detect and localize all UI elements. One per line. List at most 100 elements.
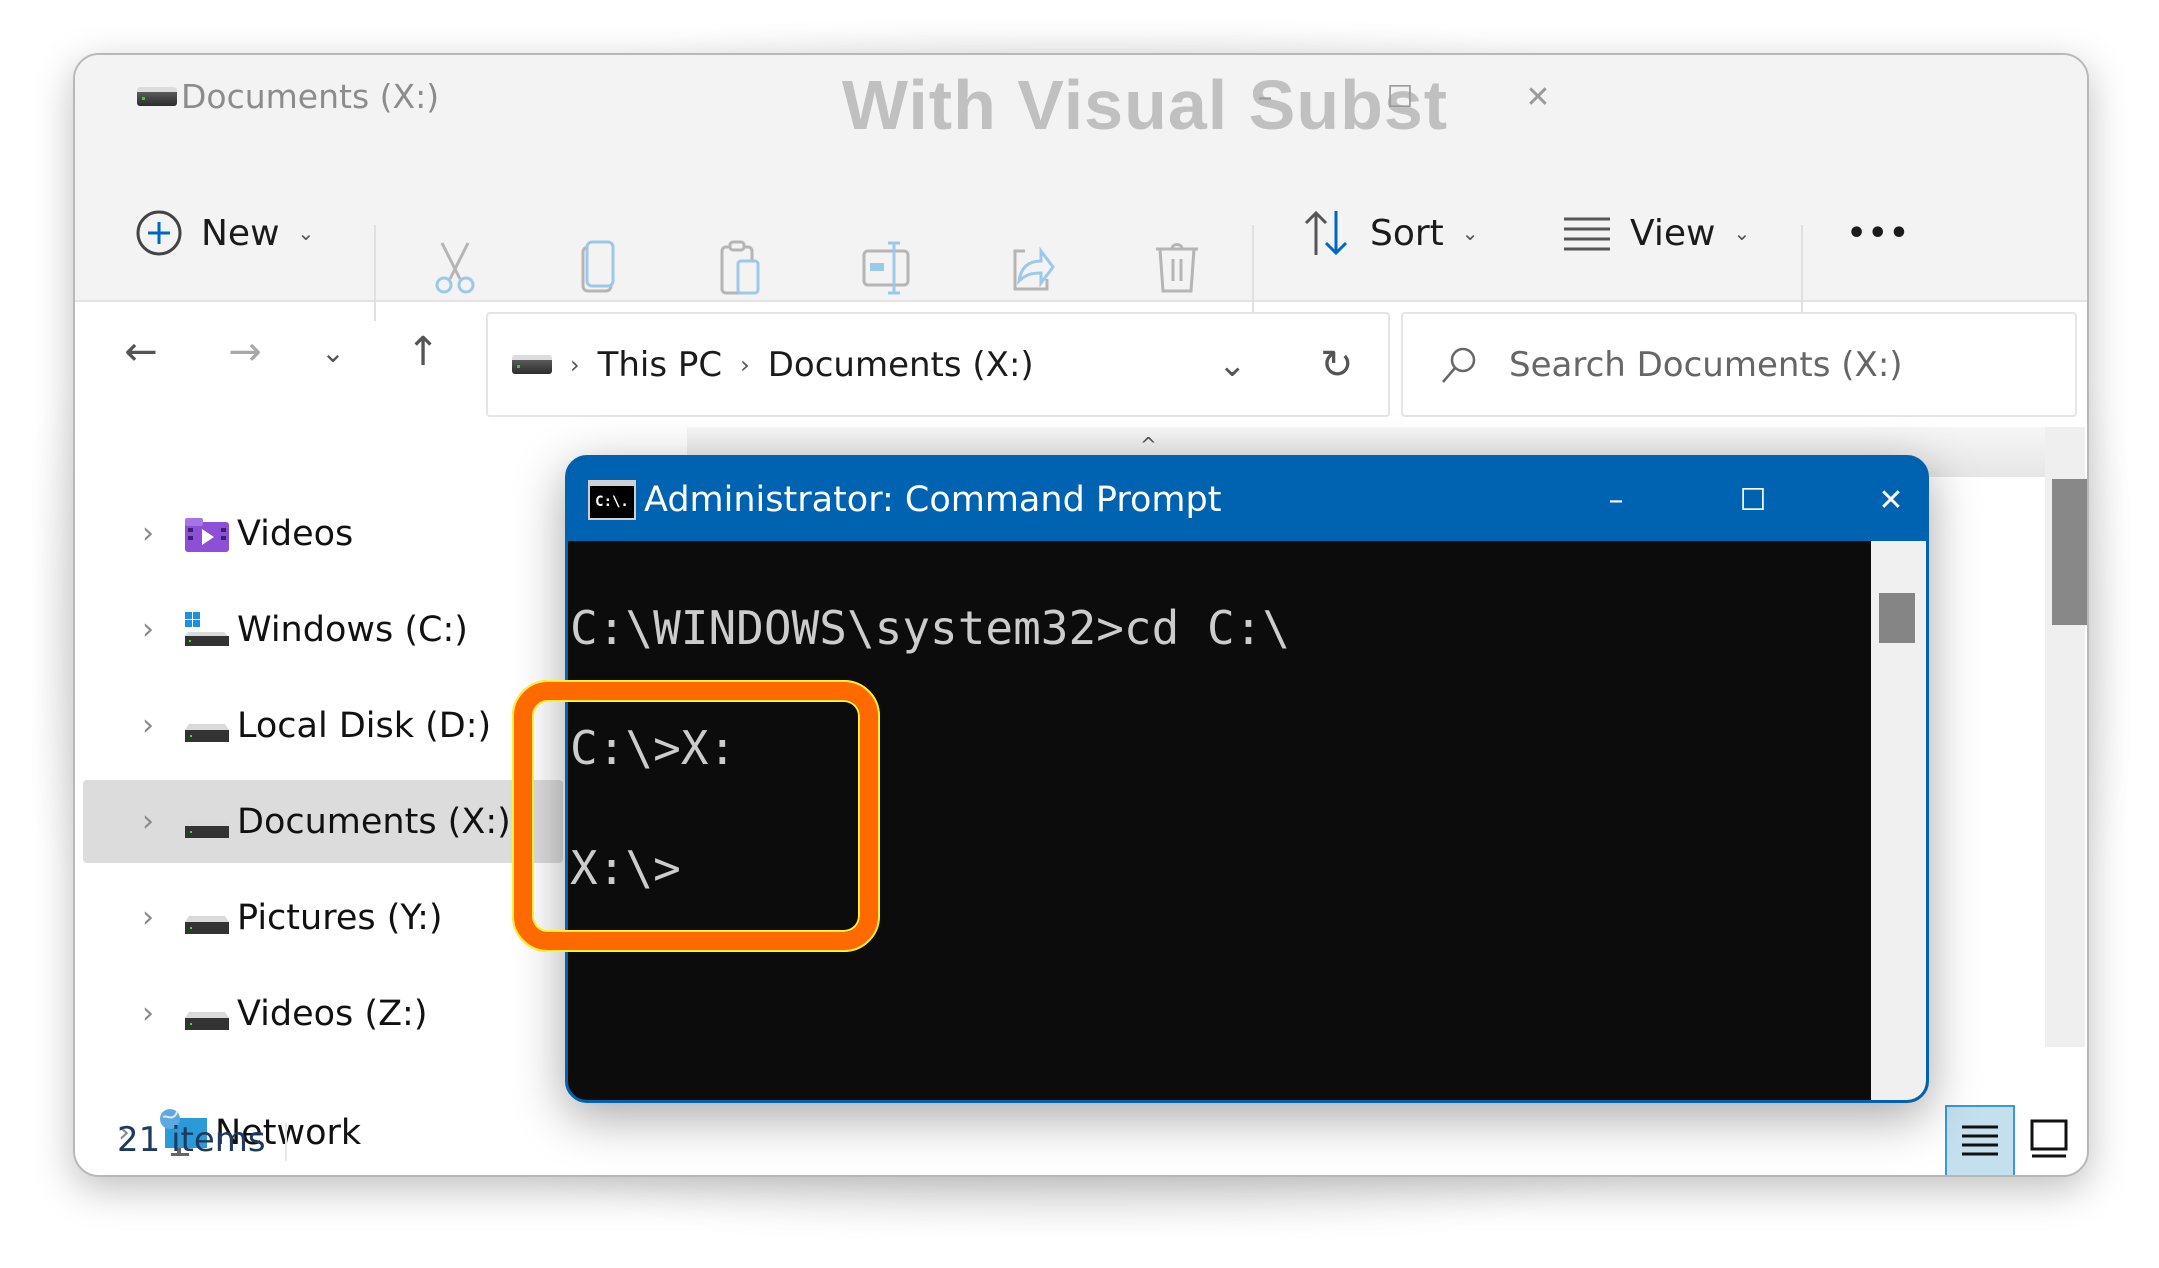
recent-locations-button[interactable]: ⌄ [303, 322, 363, 382]
cmd-scrollbar[interactable] [1871, 541, 1926, 1100]
cmd-scrollbar-thumb[interactable] [1879, 593, 1915, 643]
rename-button[interactable] [858, 237, 918, 297]
content-scrollbar[interactable] [2045, 427, 2087, 1047]
plus-circle-icon [136, 210, 182, 256]
drive-icon [183, 804, 231, 840]
title-bar: Documents (X:) With Visual Subst – ☐ ✕ N… [75, 55, 2087, 321]
terminal-line: X:\> [570, 841, 681, 895]
close-icon: ✕ [1878, 482, 1904, 518]
breadcrumb-documents-x[interactable]: Documents (X:) [768, 345, 1034, 385]
chevron-down-icon: ⌄ [297, 221, 315, 245]
windows-drive-icon [183, 611, 231, 648]
sidebar-item-label: Videos (Z:) [237, 993, 428, 1034]
expand-chevron-icon[interactable]: › [113, 804, 183, 839]
sidebar-item-label: Windows (C:) [237, 609, 468, 650]
chevron-down-icon: ⌄ [321, 335, 345, 369]
chevron-down-icon: ⌄ [1733, 221, 1751, 245]
view-button[interactable]: View ⌄ [1562, 197, 1750, 269]
window-title: Documents (X:) [137, 77, 439, 116]
share-button[interactable] [1003, 237, 1063, 297]
expand-chevron-icon[interactable]: › [113, 996, 183, 1031]
forward-button[interactable]: → [215, 322, 275, 382]
sort-button[interactable]: Sort ⌄ [1300, 197, 1479, 269]
cut-button[interactable] [425, 237, 485, 297]
cmd-app-icon: C:\. [588, 479, 636, 520]
new-label: New [201, 212, 280, 254]
sidebar-item-label: Videos [237, 513, 354, 554]
new-button[interactable]: New ⌄ [135, 197, 314, 269]
paste-button[interactable] [713, 237, 773, 297]
expand-chevron-icon[interactable]: › [113, 900, 183, 935]
back-arrow-icon: ← [124, 329, 158, 375]
search-box[interactable]: Search Documents (X:) [1401, 312, 2077, 417]
address-bar[interactable]: › This PC › Documents (X:) ⌄ ↻ [486, 312, 1390, 417]
drive-icon [183, 708, 231, 744]
paste-icon [720, 240, 760, 295]
maximize-button[interactable]: ☐ [1365, 67, 1435, 127]
minimize-icon: – [1608, 482, 1624, 518]
videos-folder-icon [183, 516, 231, 552]
cmd-maximize-button[interactable]: ☐ [1718, 470, 1788, 530]
banner-title: With Visual Subst [841, 66, 1449, 144]
details-view-icon [1962, 1125, 1998, 1156]
chevron-down-icon: ⌄ [1461, 221, 1479, 245]
sort-label: Sort [1370, 212, 1444, 254]
up-arrow-icon: ↑ [406, 329, 440, 375]
cmd-close-button[interactable]: ✕ [1856, 470, 1926, 530]
search-placeholder: Search Documents (X:) [1509, 344, 1903, 385]
sidebar-item-label: Local Disk (D:) [237, 705, 492, 746]
navigation-bar: ← → ⌄ ↑ › This PC › Documents (X:) ⌄ ↻ S… [75, 302, 2087, 422]
sidebar-item-pictures-y[interactable]: › Pictures (Y:) [83, 876, 563, 959]
terminal-line: C:\>X: [570, 721, 737, 775]
back-button[interactable]: ← [111, 322, 171, 382]
sidebar-item-label: Documents (X:) [237, 801, 511, 842]
minimize-icon: – [1257, 79, 1273, 115]
delete-icon [1156, 243, 1198, 293]
expand-chevron-icon[interactable]: › [113, 612, 183, 647]
status-divider [285, 1123, 287, 1161]
maximize-icon: ☐ [1386, 79, 1414, 115]
window-title-text: Documents (X:) [181, 77, 440, 116]
address-dropdown-icon[interactable]: ⌄ [1218, 345, 1247, 385]
copy-button[interactable] [570, 237, 630, 297]
delete-button[interactable] [1147, 237, 1207, 297]
copy-icon [581, 240, 615, 293]
terminal-output[interactable]: C:\WINDOWS\system32>cd C:\ C:\>X: X:\> [568, 541, 1868, 1100]
cut-icon [435, 242, 475, 294]
view-toggle [1945, 1105, 2085, 1175]
cmd-title-bar: C:\. Administrator: Command Prompt – ☐ ✕ [568, 458, 1926, 541]
sidebar-item-label: Pictures (Y:) [237, 897, 443, 938]
view-label: View [1630, 212, 1716, 254]
maximize-icon: ☐ [1739, 482, 1767, 518]
scrollbar-thumb[interactable] [2052, 479, 2087, 625]
close-button[interactable]: ✕ [1503, 67, 1573, 127]
breadcrumb-separator: › [570, 350, 580, 379]
tiles-view-icon [2030, 1119, 2068, 1158]
expand-chevron-icon[interactable]: › [113, 708, 183, 743]
sidebar-item-windows-c[interactable]: › Windows (C:) [83, 588, 563, 671]
breadcrumb-this-pc[interactable]: This PC [598, 345, 723, 385]
drive-icon [183, 996, 231, 1032]
command-bar: New ⌄ Sort ⌄ View ⌄ ••• [75, 167, 2087, 321]
details-view-button[interactable] [1945, 1105, 2015, 1175]
search-icon [1442, 347, 1476, 383]
see-more-button[interactable]: ••• [1847, 197, 1911, 269]
close-icon: ✕ [1525, 79, 1551, 115]
minimize-button[interactable]: – [1230, 67, 1300, 127]
share-icon [1013, 246, 1055, 291]
tiles-view-button[interactable] [2017, 1105, 2083, 1173]
expand-chevron-icon[interactable]: › [113, 516, 183, 551]
sort-ascending-icon: ^ [1140, 433, 1157, 457]
drive-icon [512, 355, 552, 374]
sidebar-item-documents-x[interactable]: › Documents (X:) [83, 780, 563, 863]
navigation-pane: › Videos › Windows (C:) › Local Disk (D:… [83, 425, 603, 1156]
drive-icon [137, 87, 177, 106]
up-button[interactable]: ↑ [393, 322, 453, 382]
sidebar-item-videos[interactable]: › Videos [83, 492, 563, 575]
breadcrumb-separator: › [740, 350, 750, 379]
cmd-minimize-button[interactable]: – [1581, 470, 1651, 530]
refresh-icon[interactable]: ↻ [1320, 342, 1354, 388]
sidebar-item-local-disk-d[interactable]: › Local Disk (D:) [83, 684, 563, 767]
more-icon: ••• [1847, 215, 1911, 251]
sidebar-item-videos-z[interactable]: › Videos (Z:) [83, 972, 563, 1055]
